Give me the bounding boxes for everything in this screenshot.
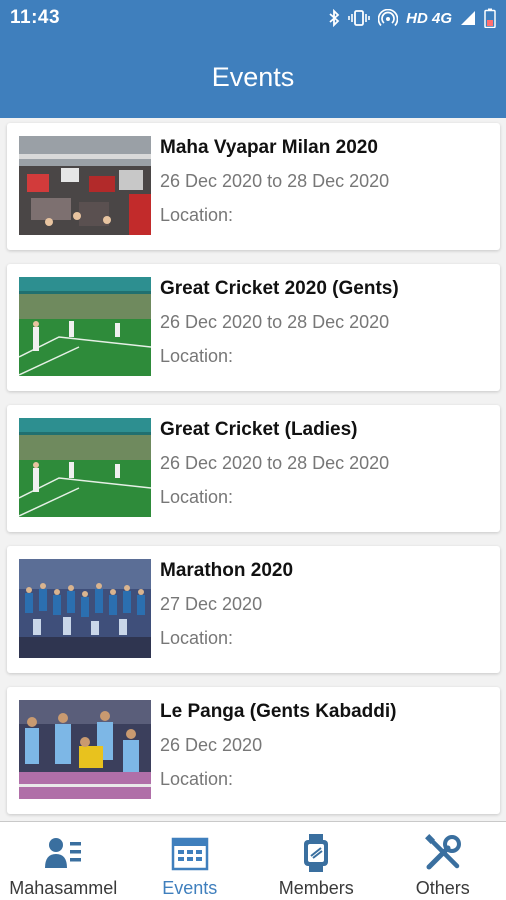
nav-item-mahasammel[interactable]: Mahasammel <box>0 822 127 900</box>
profile-list-icon <box>44 834 82 872</box>
event-location: Location: <box>160 628 234 648</box>
event-title: Le Panga (Gents Kabaddi) <box>160 701 397 722</box>
status-bar: 11:43 HD 4G <box>0 0 506 36</box>
event-info: Maha Vyapar Milan 2020 26 Dec 2020 to 28… <box>160 136 492 226</box>
event-location: Location: <box>160 487 234 507</box>
bluetooth-icon <box>328 9 340 27</box>
nav-item-events[interactable]: Events <box>127 822 254 900</box>
event-info: Marathon 2020 27 Dec 2020 Location: <box>160 559 492 649</box>
marathon-photo <box>19 559 151 658</box>
bottom-nav: Mahasammel Events Members Others <box>0 821 506 900</box>
event-card[interactable]: Maha Vyapar Milan 2020 26 Dec 2020 to 28… <box>7 123 500 250</box>
vibrate-icon <box>348 9 370 27</box>
exhibition-photo <box>19 136 151 235</box>
kabaddi-photo <box>19 700 151 799</box>
status-time: 11:43 <box>10 7 61 28</box>
nav-label: Members <box>278 878 354 898</box>
event-location: Location: <box>160 205 234 225</box>
cricket-photo <box>19 418 151 517</box>
event-info: Great Cricket (Ladies) 26 Dec 2020 to 28… <box>160 418 492 508</box>
signal-icon <box>460 10 476 26</box>
event-card[interactable]: Great Cricket 2020 (Gents) 26 Dec 2020 t… <box>7 264 500 391</box>
app-bar: Events <box>0 36 506 118</box>
nav-item-members[interactable]: Members <box>253 822 380 900</box>
event-card[interactable]: Le Panga (Gents Kabaddi) 26 Dec 2020 Loc… <box>7 687 500 814</box>
event-info: Le Panga (Gents Kabaddi) 26 Dec 2020 Loc… <box>160 700 492 790</box>
event-title: Great Cricket 2020 (Gents) <box>160 278 399 299</box>
status-icons: HD 4G <box>328 8 496 28</box>
watch-icon <box>301 834 331 872</box>
event-date: 26 Dec 2020 to 28 Dec 2020 <box>160 312 390 332</box>
network-label: HD 4G <box>406 9 452 27</box>
event-card[interactable]: Marathon 2020 27 Dec 2020 Location: <box>7 546 500 673</box>
event-title: Maha Vyapar Milan 2020 <box>160 137 378 158</box>
nav-label: Others <box>415 878 470 898</box>
page-title: Events <box>211 61 295 92</box>
event-date: 27 Dec 2020 <box>160 594 263 614</box>
event-date: 26 Dec 2020 to 28 Dec 2020 <box>160 453 390 473</box>
event-date: 26 Dec 2020 to 28 Dec 2020 <box>160 171 390 191</box>
battery-icon <box>484 8 496 28</box>
calendar-icon <box>171 834 209 872</box>
event-location: Location: <box>160 346 234 366</box>
event-list[interactable]: Maha Vyapar Milan 2020 26 Dec 2020 to 28… <box>0 118 506 821</box>
event-title: Great Cricket (Ladies) <box>160 419 358 440</box>
event-card[interactable]: Great Cricket (Ladies) 26 Dec 2020 to 28… <box>7 405 500 532</box>
event-title: Marathon 2020 <box>160 560 294 581</box>
event-date: 26 Dec 2020 <box>160 735 263 755</box>
nav-label: Mahasammel <box>9 878 118 898</box>
nav-item-others[interactable]: Others <box>380 822 506 900</box>
nav-label: Events <box>162 878 218 898</box>
hotspot-icon <box>378 9 399 27</box>
event-info: Great Cricket 2020 (Gents) 26 Dec 2020 t… <box>160 277 492 367</box>
tools-icon <box>424 834 462 872</box>
event-location: Location: <box>160 769 234 789</box>
cricket-photo <box>19 277 151 376</box>
